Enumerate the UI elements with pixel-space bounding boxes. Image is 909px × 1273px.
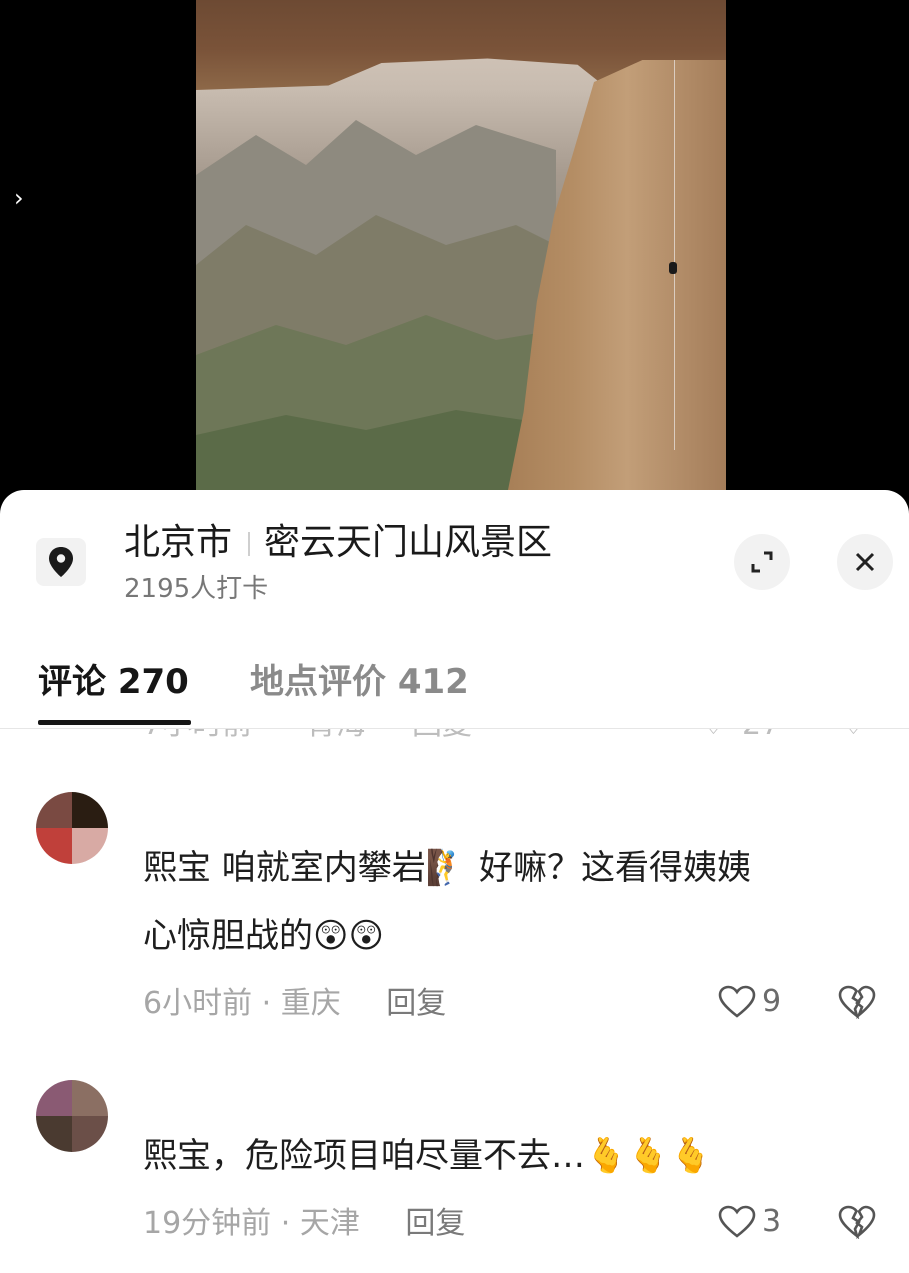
comment-line: 熙宝 咱就室内攀岩🧗 好嘛？这看得姨姨 xyxy=(143,848,751,888)
like-button[interactable]: 3 xyxy=(718,1204,781,1239)
partial-comment-meta: 7小时前 青海 回复 ♡ 27 ♡ xyxy=(0,729,909,745)
divider xyxy=(248,532,251,556)
active-tab-indicator xyxy=(38,720,191,725)
chevron-right-icon[interactable]: › xyxy=(14,184,24,212)
video-frame-image xyxy=(196,0,726,495)
location-pin-icon xyxy=(36,538,86,586)
partial-region: 青海 xyxy=(306,729,366,745)
dislike-button[interactable] xyxy=(838,1205,876,1243)
mountain-range xyxy=(196,120,556,495)
partial-like-count: 27 xyxy=(742,729,780,745)
video-player[interactable]: › xyxy=(0,0,909,530)
tab-comments[interactable]: 评论 270 xyxy=(38,658,189,706)
partial-reply[interactable]: 回复 xyxy=(412,729,472,745)
tab-place-reviews[interactable]: 地点评价 412 xyxy=(250,658,469,706)
location-place: 密云天门山风景区 xyxy=(264,522,553,563)
partial-dislike-icon: ♡ xyxy=(840,729,867,745)
climbing-rope xyxy=(674,60,675,450)
comment-time: 19分钟前 xyxy=(143,1206,272,1241)
close-button[interactable] xyxy=(837,534,893,590)
comment-time: 6小时前 xyxy=(143,986,253,1021)
like-button[interactable]: 9 xyxy=(718,984,781,1019)
partial-time: 7小时前 xyxy=(143,729,252,745)
like-count: 3 xyxy=(762,1204,782,1239)
reply-button[interactable]: 回复 xyxy=(405,1206,465,1241)
avatar[interactable] xyxy=(36,792,108,864)
heart-icon xyxy=(718,1205,756,1238)
broken-heart-icon xyxy=(838,1205,876,1240)
tab-bar: 评论 270 地点评价 412 xyxy=(0,650,909,729)
comment-line: 熙宝，危险项目咱尽量不去…🫰🫰🫰 xyxy=(143,1136,713,1176)
partial-heart-icon: ♡ xyxy=(700,729,727,745)
close-icon xyxy=(855,552,875,572)
location-city: 北京市 xyxy=(124,522,233,563)
like-count: 9 xyxy=(762,984,782,1019)
comment-meta: 6小时前 · 重庆 回复 xyxy=(143,984,446,1024)
comment-meta: 19分钟前 · 天津 回复 xyxy=(143,1204,465,1244)
comment-region: 天津 xyxy=(299,1206,360,1241)
meta-separator: · xyxy=(261,986,272,1021)
dislike-button[interactable] xyxy=(838,985,876,1023)
location-title[interactable]: 北京市 密云天门山风景区 xyxy=(124,518,552,568)
comment-text: 熙宝，危险项目咱尽量不去…🫰🫰🫰 xyxy=(143,1122,712,1190)
checkin-count: 2195人打卡 xyxy=(124,574,269,604)
heart-icon xyxy=(718,985,756,1018)
comment-region: 重庆 xyxy=(280,986,341,1021)
expand-icon xyxy=(751,551,773,573)
comment-line: 心惊胆战的😲😲 xyxy=(143,916,384,956)
reply-button[interactable]: 回复 xyxy=(386,986,446,1021)
climber-figure xyxy=(669,262,677,274)
expand-button[interactable] xyxy=(734,534,790,590)
comment-text: 熙宝 咱就室内攀岩🧗 好嘛？这看得姨姨 心惊胆战的😲😲 xyxy=(143,834,751,970)
avatar[interactable] xyxy=(36,1080,108,1152)
meta-separator: · xyxy=(280,1206,291,1241)
broken-heart-icon xyxy=(838,985,876,1020)
